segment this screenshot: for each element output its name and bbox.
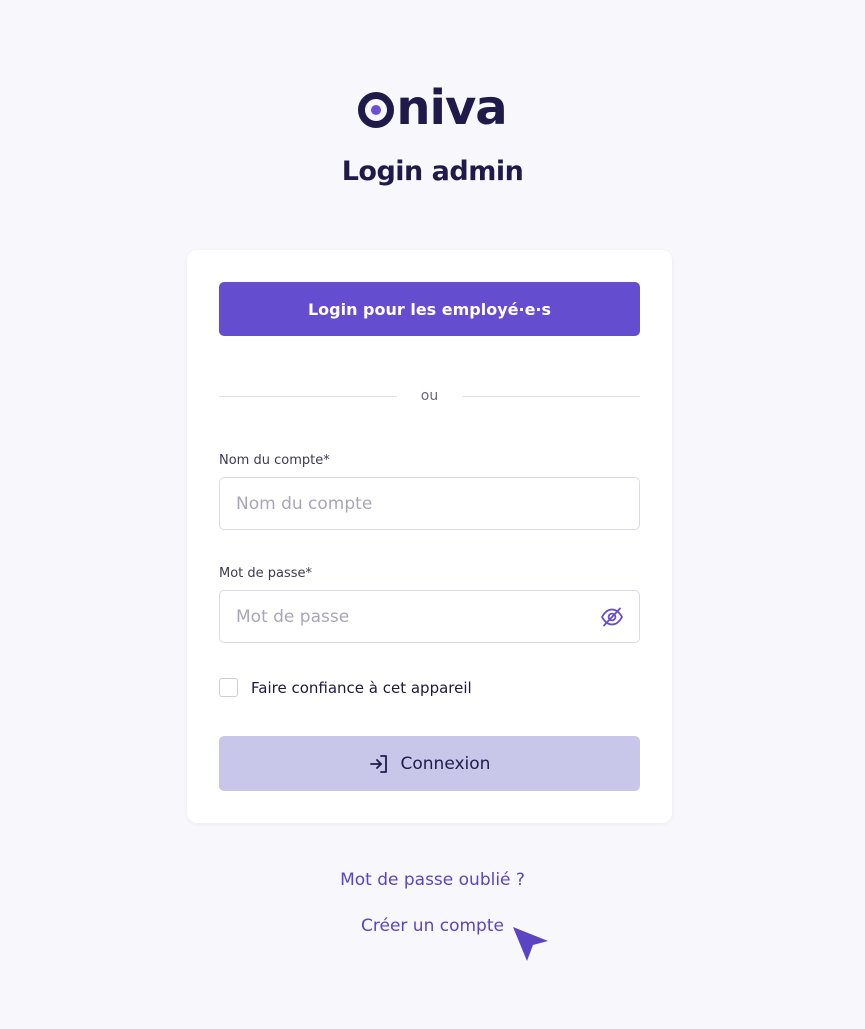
trust-device-label: Faire confiance à cet appareil [251, 678, 472, 697]
forgot-password-link[interactable]: Mot de passe oublié ? [340, 870, 525, 890]
divider-line-right [462, 395, 641, 397]
login-card: Login pour les employé·e·s ou Nom du com… [187, 250, 672, 823]
logo-wordmark: niva [358, 80, 508, 136]
pointer-arrow-icon [511, 925, 551, 965]
logo-o-icon [358, 92, 395, 128]
password-field [219, 590, 640, 643]
forgot-password-row: Mot de passe oublié ? [0, 870, 865, 890]
or-divider: ou [219, 386, 641, 406]
page-title: Login admin [341, 156, 524, 187]
connexion-label: Connexion [400, 753, 491, 774]
account-field [219, 477, 640, 530]
divider-text: ou [420, 388, 439, 404]
connexion-button[interactable]: Connexion [219, 736, 640, 791]
password-input[interactable] [220, 591, 639, 642]
account-input[interactable] [220, 478, 639, 529]
logo-text: niva [396, 80, 507, 136]
brand-logo: niva [0, 80, 865, 136]
password-field-label: Mot de passe* [219, 566, 313, 581]
trust-device-checkbox[interactable] [219, 678, 238, 697]
eye-off-icon[interactable] [599, 605, 625, 629]
create-account-link[interactable]: Créer un compte [361, 916, 504, 936]
login-icon [369, 754, 389, 774]
create-account-row: Créer un compte [0, 916, 865, 936]
account-field-label: Nom du compte* [219, 453, 330, 468]
sso-login-button[interactable]: Login pour les employé·e·s [219, 282, 640, 336]
trust-device-row: Faire confiance à cet appareil [219, 678, 472, 697]
login-page: niva Login admin Login pour les employé·… [0, 0, 865, 1029]
divider-line-left [219, 395, 397, 397]
